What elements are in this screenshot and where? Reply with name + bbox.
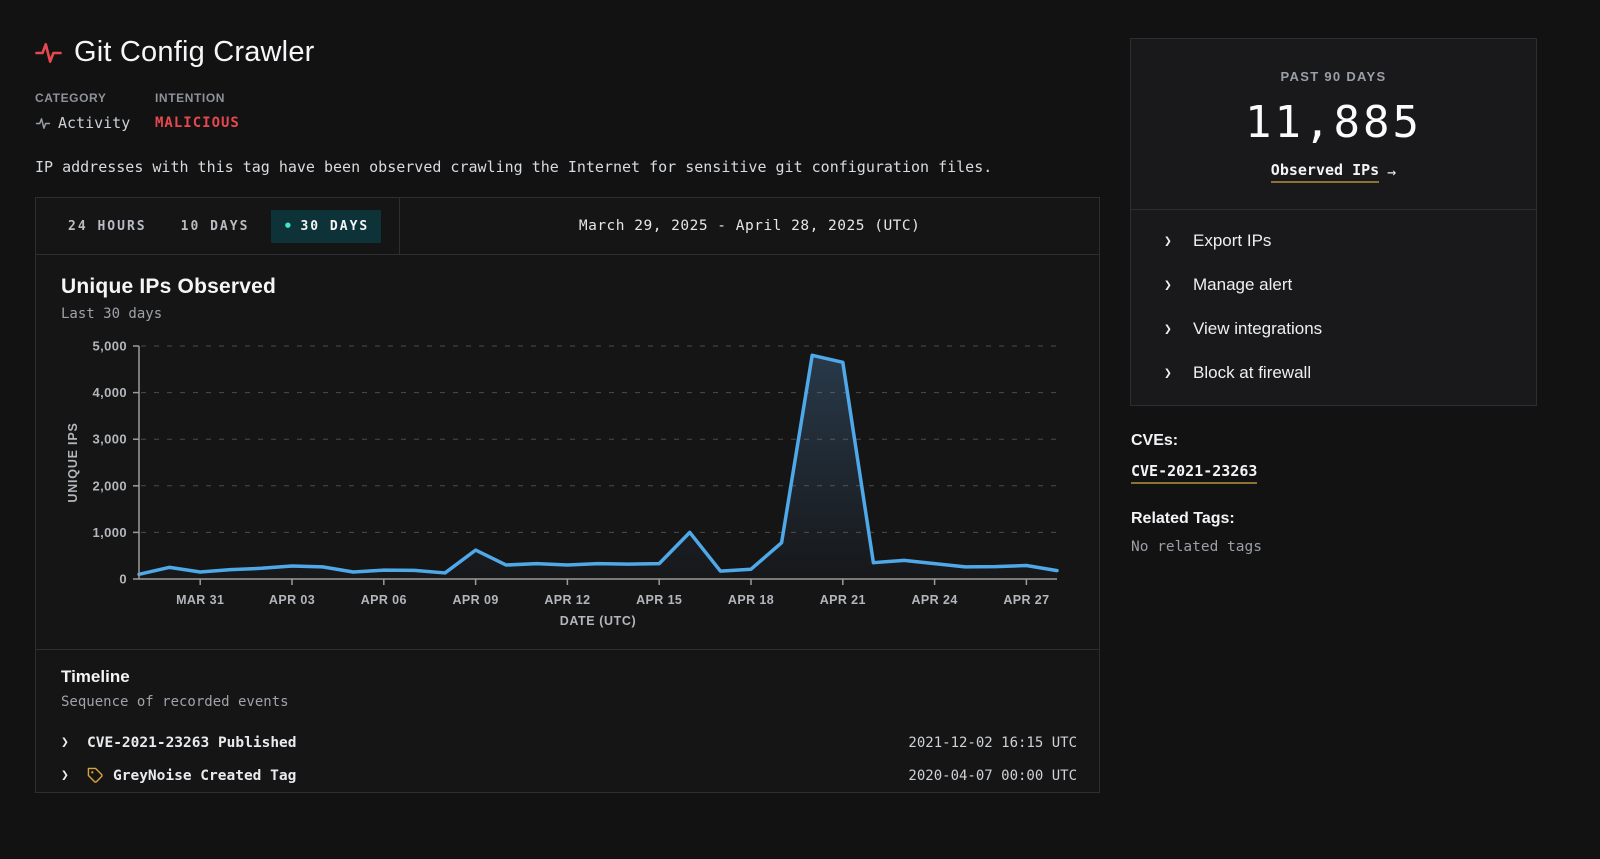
chevron-right-icon: ❯ [1164, 277, 1172, 293]
chevron-right-icon: ❯ [1164, 365, 1172, 381]
observed-ips-count: 11,885 [1245, 97, 1422, 148]
tab-10-days[interactable]: 10 DAYS [169, 210, 262, 243]
main-column: Git Config Crawler CATEGORY Activity INT… [35, 36, 1100, 793]
date-range-container: March 29, 2025 - April 28, 2025 (UTC) [400, 198, 1099, 254]
svg-text:APR 21: APR 21 [820, 593, 866, 607]
observed-ips-stat: PAST 90 DAYS 11,885 Observed IPs → [1131, 39, 1536, 210]
chevron-right-icon[interactable]: ❯ [61, 735, 87, 750]
related-tags-empty: No related tags [1131, 539, 1262, 555]
time-range-tabs: 24 HOURS 10 DAYS • 30 DAYS [36, 198, 401, 254]
action-label: View integrations [1193, 319, 1323, 338]
svg-text:APR 09: APR 09 [453, 593, 499, 607]
chevron-right-icon: ❯ [1164, 321, 1172, 337]
timeline-event-tag-created[interactable]: ❯ GreyNoise Created Tag 2020-04-07 00:00… [61, 759, 1077, 792]
line-chart[interactable]: 0 1,000 2,000 3,000 4,000 5,000 MAR 31 APR 03 AP… [61, 334, 1061, 639]
chart-subtitle: Last 30 days [61, 306, 163, 322]
event-label: GreyNoise Created Tag [113, 767, 297, 784]
intention-block: INTENTION MALICIOUS [155, 91, 240, 132]
category-value: Activity [58, 114, 131, 132]
active-tab-dot-icon: • [283, 217, 295, 235]
sidebar: PAST 90 DAYS 11,885 Observed IPs → ❯ Exp… [1130, 36, 1537, 793]
cve-link[interactable]: CVE-2021-23263 [1131, 462, 1258, 484]
tab-30-days[interactable]: • 30 DAYS [271, 209, 382, 243]
timeline-section: Timeline Sequence of recorded events ❯ C… [36, 650, 1099, 792]
observed-ips-link[interactable]: Observed IPs → [1270, 161, 1397, 183]
tab-24-hours[interactable]: 24 HOURS [56, 210, 159, 243]
action-label: Block at firewall [1193, 363, 1312, 382]
chart-section: Unique IPs Observed Last 30 days 0 1,000 2… [36, 255, 1099, 650]
svg-text:0: 0 [119, 572, 127, 587]
category-block: CATEGORY Activity [35, 91, 155, 132]
svg-text:APR 03: APR 03 [269, 593, 315, 607]
svg-text:5,000: 5,000 [92, 339, 127, 354]
date-range: March 29, 2025 - April 28, 2025 (UTC) [578, 218, 921, 234]
related-tags-heading: Related Tags: [1131, 510, 1235, 527]
category-label: CATEGORY [35, 91, 107, 105]
page: Git Config Crawler CATEGORY Activity INT… [0, 0, 1600, 793]
tag-meta: CATEGORY Activity INTENTION MALICIOUS [35, 91, 1100, 132]
export-ips-button[interactable]: ❯ Export IPs [1131, 219, 1536, 263]
chevron-right-icon: ❯ [1164, 233, 1172, 249]
action-list: ❯ Export IPs ❯ Manage alert ❯ View integ… [1131, 210, 1536, 405]
svg-text:UNIQUE IPS: UNIQUE IPS [66, 422, 80, 502]
svg-text:APR 15: APR 15 [636, 593, 682, 607]
view-integrations-button[interactable]: ❯ View integrations [1131, 307, 1536, 351]
svg-text:2,000: 2,000 [92, 478, 127, 493]
svg-text:APR 24: APR 24 [912, 593, 958, 607]
tag-description: IP addresses with this tag have been obs… [35, 158, 993, 176]
activity-icon [35, 117, 51, 129]
svg-text:APR 27: APR 27 [1003, 593, 1049, 607]
timeline-event-cve-published[interactable]: ❯ CVE-2021-23263 Published 2021-12-02 16… [61, 726, 1077, 759]
page-title: Git Config Crawler [74, 36, 315, 68]
time-range-bar: 24 HOURS 10 DAYS • 30 DAYS March 29, 202… [36, 198, 1099, 255]
event-timestamp: 2021-12-02 16:15 UTC [908, 734, 1077, 751]
timeline-events: ❯ CVE-2021-23263 Published 2021-12-02 16… [61, 726, 1077, 792]
cves-heading: CVEs: [1131, 432, 1179, 449]
tag-icon [87, 767, 103, 783]
timeline-subtitle: Sequence of recorded events [61, 694, 289, 710]
pulse-icon [35, 42, 62, 63]
intention-value: MALICIOUS [155, 115, 240, 131]
timeline-title: Timeline [61, 667, 130, 686]
main-panel: 24 HOURS 10 DAYS • 30 DAYS March 29, 202… [35, 197, 1100, 793]
action-label: Export IPs [1193, 231, 1272, 250]
svg-text:4,000: 4,000 [92, 385, 127, 400]
page-header: Git Config Crawler [35, 36, 1100, 69]
svg-text:DATE (UTC): DATE (UTC) [560, 614, 637, 628]
tab-30-days-label: 30 DAYS [300, 218, 370, 234]
observed-ips-link-label[interactable]: Observed IPs [1270, 161, 1380, 183]
event-label: CVE-2021-23263 Published [87, 734, 297, 751]
stat-period-label: PAST 90 DAYS [1280, 69, 1387, 84]
manage-alert-button[interactable]: ❯ Manage alert [1131, 263, 1536, 307]
unique-ips-chart-canvas[interactable]: 0 1,000 2,000 3,000 4,000 5,000 MAR 31 APR 03 AP… [61, 334, 1061, 634]
block-at-firewall-button[interactable]: ❯ Block at firewall [1131, 351, 1536, 395]
svg-text:3,000: 3,000 [92, 432, 127, 447]
chevron-right-icon[interactable]: ❯ [61, 768, 87, 783]
svg-text:APR 06: APR 06 [361, 593, 407, 607]
svg-text:MAR 31: MAR 31 [176, 593, 224, 607]
action-label: Manage alert [1193, 275, 1293, 294]
sidebar-meta: CVEs: CVE-2021-23263 Related Tags: No re… [1130, 406, 1537, 555]
svg-text:APR 18: APR 18 [728, 593, 774, 607]
arrow-right-icon: → [1387, 163, 1397, 181]
event-timestamp: 2020-04-07 00:00 UTC [908, 767, 1077, 784]
svg-text:1,000: 1,000 [92, 525, 127, 540]
stats-card: PAST 90 DAYS 11,885 Observed IPs → ❯ Exp… [1130, 38, 1537, 406]
intention-label: INTENTION [155, 91, 226, 105]
chart-title: Unique IPs Observed [61, 275, 277, 298]
svg-text:APR 12: APR 12 [544, 593, 590, 607]
